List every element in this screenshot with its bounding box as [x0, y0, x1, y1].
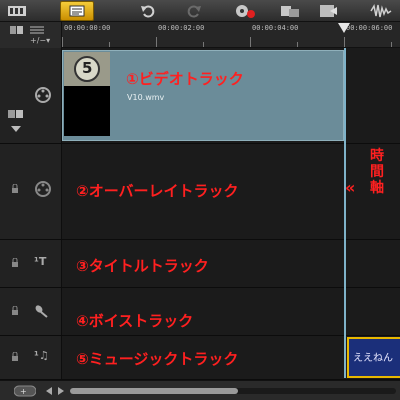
- ruler-tick: [203, 42, 204, 47]
- track-manager-icon[interactable]: [10, 25, 24, 35]
- lock-icon[interactable]: [11, 258, 19, 268]
- music-track-label: ⑤ミュージックトラック: [76, 350, 239, 368]
- playhead-line[interactable]: [344, 48, 346, 378]
- zoom-list-icon[interactable]: [30, 25, 44, 35]
- tick-label: 00:00:00:00: [64, 24, 111, 32]
- music-track-header: ¹♫: [0, 336, 62, 379]
- video-track-label: ①ビデオトラック: [126, 70, 244, 88]
- ruler-tick: [156, 37, 157, 47]
- tick-label: 00:00:04:00: [252, 24, 299, 32]
- undo-icon: [141, 5, 155, 18]
- ripple-edit-icon[interactable]: [8, 108, 24, 120]
- bottom-scroll-bar: +: [0, 380, 400, 400]
- voice-track: ④ボイストラック: [0, 288, 400, 336]
- automix-button[interactable]: [278, 1, 302, 21]
- ruler-tick: [344, 37, 345, 47]
- storyboard-view-button[interactable]: [4, 1, 30, 21]
- music-note-icon: ¹♫: [34, 349, 49, 362]
- scrollbar-thumb[interactable]: [70, 388, 238, 394]
- lock-icon[interactable]: [11, 352, 19, 362]
- tick-label: 00:00:02:00: [158, 24, 205, 32]
- clip-thumbnail: 5: [64, 52, 110, 136]
- title-track-header: ¹T: [0, 240, 62, 287]
- lock-icon[interactable]: [11, 184, 19, 194]
- mix-button[interactable]: [316, 1, 340, 21]
- film-strip-icon: [8, 6, 26, 16]
- title-track: ¹T ③タイトルトラック: [0, 240, 400, 288]
- redo-button[interactable]: [184, 1, 204, 21]
- video-clip[interactable]: 5 V10.wmv: [62, 50, 344, 141]
- add-track-icon[interactable]: +: [14, 385, 36, 397]
- track-controls-header: +/−▾: [0, 22, 62, 48]
- overlay-track-label: ②オーバーレイトラック: [76, 182, 239, 200]
- voice-track-label: ④ボイストラック: [76, 312, 194, 330]
- video-track: 5 V10.wmv ①ビデオトラック: [0, 48, 400, 144]
- svg-text:+: +: [20, 387, 27, 396]
- ruler-tick: [391, 42, 392, 47]
- music-clip-title: ええねん: [353, 353, 393, 364]
- title-text-icon: ¹T: [34, 255, 47, 268]
- playhead-arrow: «: [345, 178, 356, 197]
- overlay-track-header: [0, 144, 62, 239]
- playhead-annotation: 時間軸: [370, 148, 384, 196]
- timeline-view-icon: [69, 5, 85, 17]
- audio-wave-icon: [370, 3, 392, 18]
- overlay-reel-icon: [35, 181, 51, 197]
- zoom-plus-minus[interactable]: +/−▾: [30, 36, 50, 45]
- automix-icon: [281, 6, 299, 17]
- film-reel-icon: [35, 87, 51, 103]
- countdown-number: 5: [82, 59, 93, 77]
- ruler-tick: [297, 42, 298, 47]
- voice-track-header: [0, 288, 62, 335]
- timeline-toolbar: [0, 0, 400, 22]
- ruler-tick: [250, 37, 251, 47]
- scroll-left-icon[interactable]: [46, 387, 52, 395]
- record-capture-icon: [236, 5, 255, 18]
- overlay-track: ②オーバーレイトラック: [0, 144, 400, 240]
- horizontal-scrollbar[interactable]: [70, 388, 396, 394]
- audio-wave-button[interactable]: [368, 1, 394, 21]
- mix-icon: [320, 5, 337, 17]
- title-track-label: ③タイトルトラック: [76, 257, 209, 275]
- playhead-marker-icon[interactable]: [338, 23, 350, 33]
- ruler-tick: [62, 37, 63, 47]
- undo-button[interactable]: [138, 1, 158, 21]
- ruler-tick: [109, 42, 110, 47]
- redo-icon: [187, 5, 201, 18]
- video-track-lane[interactable]: 5 V10.wmv: [62, 48, 400, 143]
- chevron-down-icon[interactable]: [11, 126, 21, 132]
- timeline-view-button[interactable]: [60, 1, 94, 21]
- scroll-right-icon[interactable]: [58, 387, 64, 395]
- microphone-icon: [35, 305, 48, 318]
- lock-icon[interactable]: [11, 306, 19, 316]
- video-track-header: [0, 48, 62, 143]
- record-capture-button[interactable]: [232, 1, 258, 21]
- clip-filename: V10.wmv: [127, 93, 165, 102]
- tick-label: 00:00:06:00: [346, 24, 393, 32]
- music-track: ¹♫ ええねん ⑤ミュージックトラック: [0, 336, 400, 380]
- music-clip[interactable]: ええねん: [347, 337, 400, 378]
